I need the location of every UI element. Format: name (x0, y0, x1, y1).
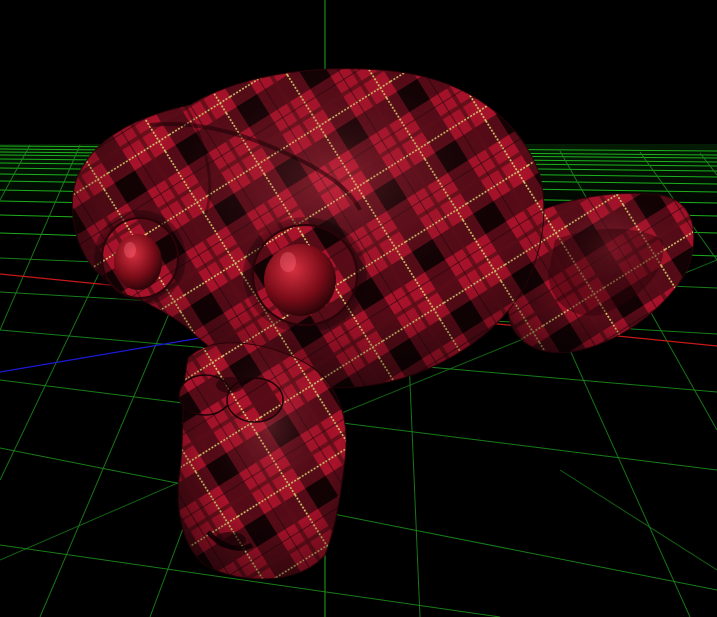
right-eye (243, 217, 367, 333)
viewport-canvas[interactable] (0, 0, 717, 617)
3d-viewport[interactable] (0, 0, 717, 617)
left-eye (94, 210, 186, 306)
z-axis-line (0, 337, 201, 373)
muzzle (177, 342, 347, 580)
